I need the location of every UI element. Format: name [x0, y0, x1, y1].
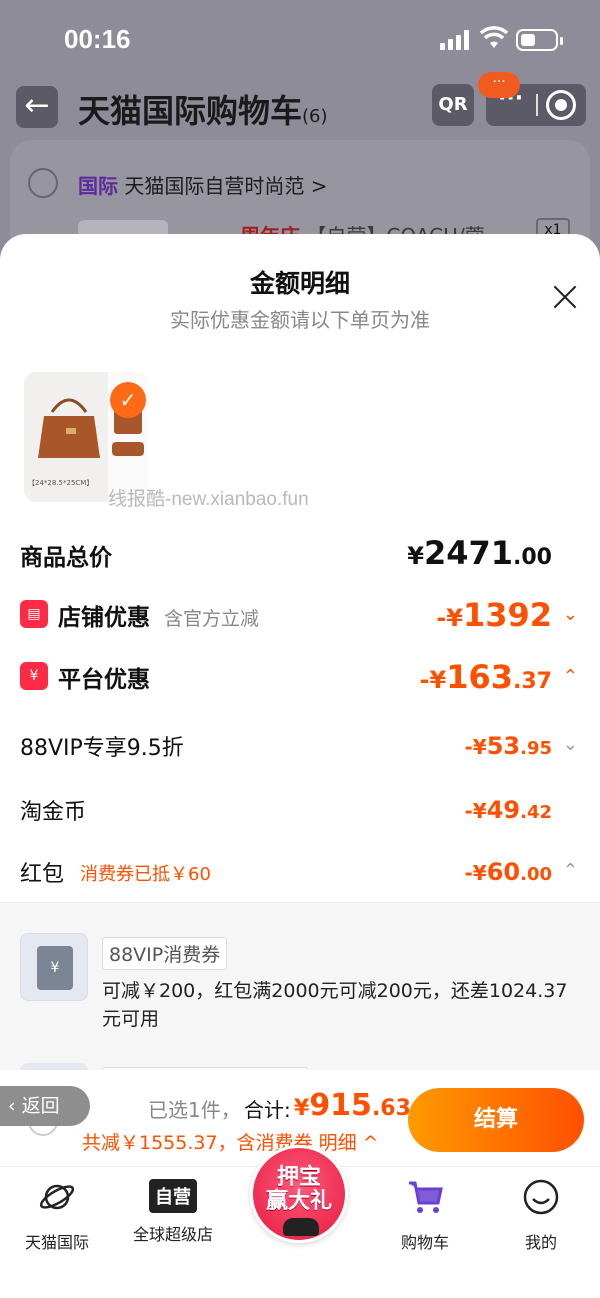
- cart-icon: [409, 1181, 443, 1213]
- status-bar: 00:16: [0, 0, 600, 78]
- row-88vip[interactable]: 88VIP专享9.5折 -¥53.95 ⌄: [0, 728, 600, 764]
- tab-mine[interactable]: 我的: [486, 1177, 596, 1253]
- red-packet-label: 红包: [20, 862, 65, 887]
- page-title-text: 天猫国际购物车: [78, 92, 303, 130]
- row-total-price: 商品总价 ¥2471.00: [0, 534, 600, 574]
- ziying-badge: 自营: [149, 1179, 197, 1213]
- sheet-subtitle: 实际优惠金额请以下单页为准: [170, 308, 430, 332]
- qr-icon: QR: [438, 94, 468, 115]
- wifi-icon: [480, 26, 508, 48]
- checkmark-icon[interactable]: ✓: [110, 382, 146, 418]
- capsule-divider: [536, 94, 538, 116]
- smile-icon: [523, 1179, 559, 1215]
- return-label: 返回: [21, 1095, 60, 1117]
- total-label: 合计:: [244, 1098, 291, 1122]
- back-button[interactable]: ←: [16, 86, 58, 128]
- watermark: 线报酷-new.xianbao.fun: [108, 489, 309, 510]
- planet-icon: [39, 1184, 75, 1210]
- vip-label: 88VIP专享9.5折: [20, 736, 184, 761]
- tab-label: 我的: [524, 1233, 557, 1252]
- store-icon: ▤: [20, 600, 48, 628]
- intl-tag: 国际: [78, 174, 118, 198]
- selected-count: 已选1件，: [148, 1098, 241, 1122]
- wallet-icon: ¥: [37, 946, 73, 990]
- promo-badge[interactable]: 押宝 赢大礼: [250, 1145, 348, 1243]
- chevron-down-icon[interactable]: ⌄: [563, 604, 578, 625]
- arrow-left-icon: ←: [24, 88, 50, 123]
- tab-global-store[interactable]: 自营 全球超级店: [118, 1177, 228, 1245]
- total-price-value: ¥2471.00: [407, 534, 552, 572]
- amount-detail-sheet: 金额明细 实际优惠金额请以下单页为准 【24*28.5*25CM】 ✓ 线报酷-…: [0, 234, 600, 1298]
- coupon-card-icon: ¥: [20, 933, 88, 1001]
- tab-label: 购物车: [400, 1233, 449, 1252]
- notification-bubble: ···: [478, 72, 520, 98]
- platform-discount-value: -¥163.37: [419, 658, 552, 696]
- cart-header: ← 天猫国际购物车(6) QR ··· ···: [0, 72, 600, 138]
- store-name-text: 天猫国际自营时尚范 >: [124, 174, 328, 198]
- checkout-button[interactable]: 结算: [408, 1088, 584, 1152]
- coupon-icon: ¥: [20, 662, 48, 690]
- red-packet-value: -¥60.00: [464, 858, 552, 886]
- sheet-title: 金额明细: [249, 269, 350, 298]
- promo-text: 押宝 赢大礼: [253, 1166, 345, 1214]
- bag-image: [38, 398, 100, 458]
- signal-icon: [440, 30, 469, 50]
- row-taojinbi: 淘金币 -¥49.42: [0, 792, 600, 828]
- coins-label: 淘金币: [20, 800, 87, 825]
- total-price: ¥915.63: [294, 1088, 411, 1123]
- return-button[interactable]: ‹ 返回: [0, 1086, 90, 1126]
- store-name[interactable]: 国际 天猫国际自营时尚范 >: [78, 170, 327, 199]
- store-discount-value: -¥1392: [436, 596, 552, 634]
- qr-code-button[interactable]: QR: [432, 84, 474, 126]
- store-discount-note: 含官方立减: [164, 608, 260, 630]
- thumb-caption: 【24*28.5*25CM】: [28, 479, 94, 487]
- tab-cart[interactable]: 购物车: [370, 1177, 480, 1253]
- chevron-up-icon[interactable]: ⌃: [563, 666, 578, 687]
- cart-count: (6): [302, 106, 328, 127]
- close-icon[interactable]: [552, 284, 578, 310]
- tab-label: 全球超级店: [132, 1225, 213, 1244]
- tab-tmall-intl[interactable]: 天猫国际: [2, 1177, 112, 1253]
- promo-line1: 押宝: [276, 1165, 321, 1190]
- store-select-checkbox[interactable]: [28, 168, 58, 198]
- chevron-down-icon[interactable]: ⌄: [563, 734, 578, 755]
- close-miniapp-icon[interactable]: [546, 90, 576, 120]
- status-time: 00:16: [64, 24, 131, 54]
- store-discount-label: 店铺优惠: [58, 605, 150, 631]
- row-red-packet[interactable]: 红包 消费券已抵￥60 -¥60.00 ⌃: [0, 854, 600, 890]
- chevron-left-icon: ‹: [8, 1095, 22, 1117]
- promo-line2: 赢大礼: [265, 1189, 332, 1214]
- row-store-discount[interactable]: ▤ 店铺优惠 含官方立减 -¥1392 ⌄: [0, 596, 600, 636]
- chevron-up-icon[interactable]: ⌃: [563, 860, 578, 881]
- battery-icon: [516, 29, 563, 51]
- coins-value: -¥49.42: [464, 796, 552, 824]
- platform-discount-label: 平台优惠: [58, 667, 150, 693]
- detail-link[interactable]: 明细 ^: [319, 1132, 379, 1154]
- tab-bar: 天猫国际 自营 全球超级店 押宝 赢大礼 购物车 我的: [0, 1145, 600, 1298]
- coupon-description: 可减￥200，红包满2000元可减200元，还差1024.37元可用: [102, 980, 568, 1030]
- row-platform-discount[interactable]: ¥ 平台优惠 -¥163.37 ⌃: [0, 658, 600, 698]
- coupon-tag: 88VIP消费券: [102, 937, 228, 970]
- discount-summary: 共减￥1555.37，含消费券 明细 ^: [82, 1128, 379, 1155]
- cat-mascot-icon: [283, 1218, 319, 1236]
- red-packet-note: 消费券已抵￥60: [80, 864, 211, 885]
- tab-label: 天猫国际: [24, 1233, 89, 1252]
- total-price-label: 商品总价: [20, 545, 112, 571]
- vip-value: -¥53.95: [464, 732, 552, 760]
- page-title: 天猫国际购物车(6): [78, 86, 328, 132]
